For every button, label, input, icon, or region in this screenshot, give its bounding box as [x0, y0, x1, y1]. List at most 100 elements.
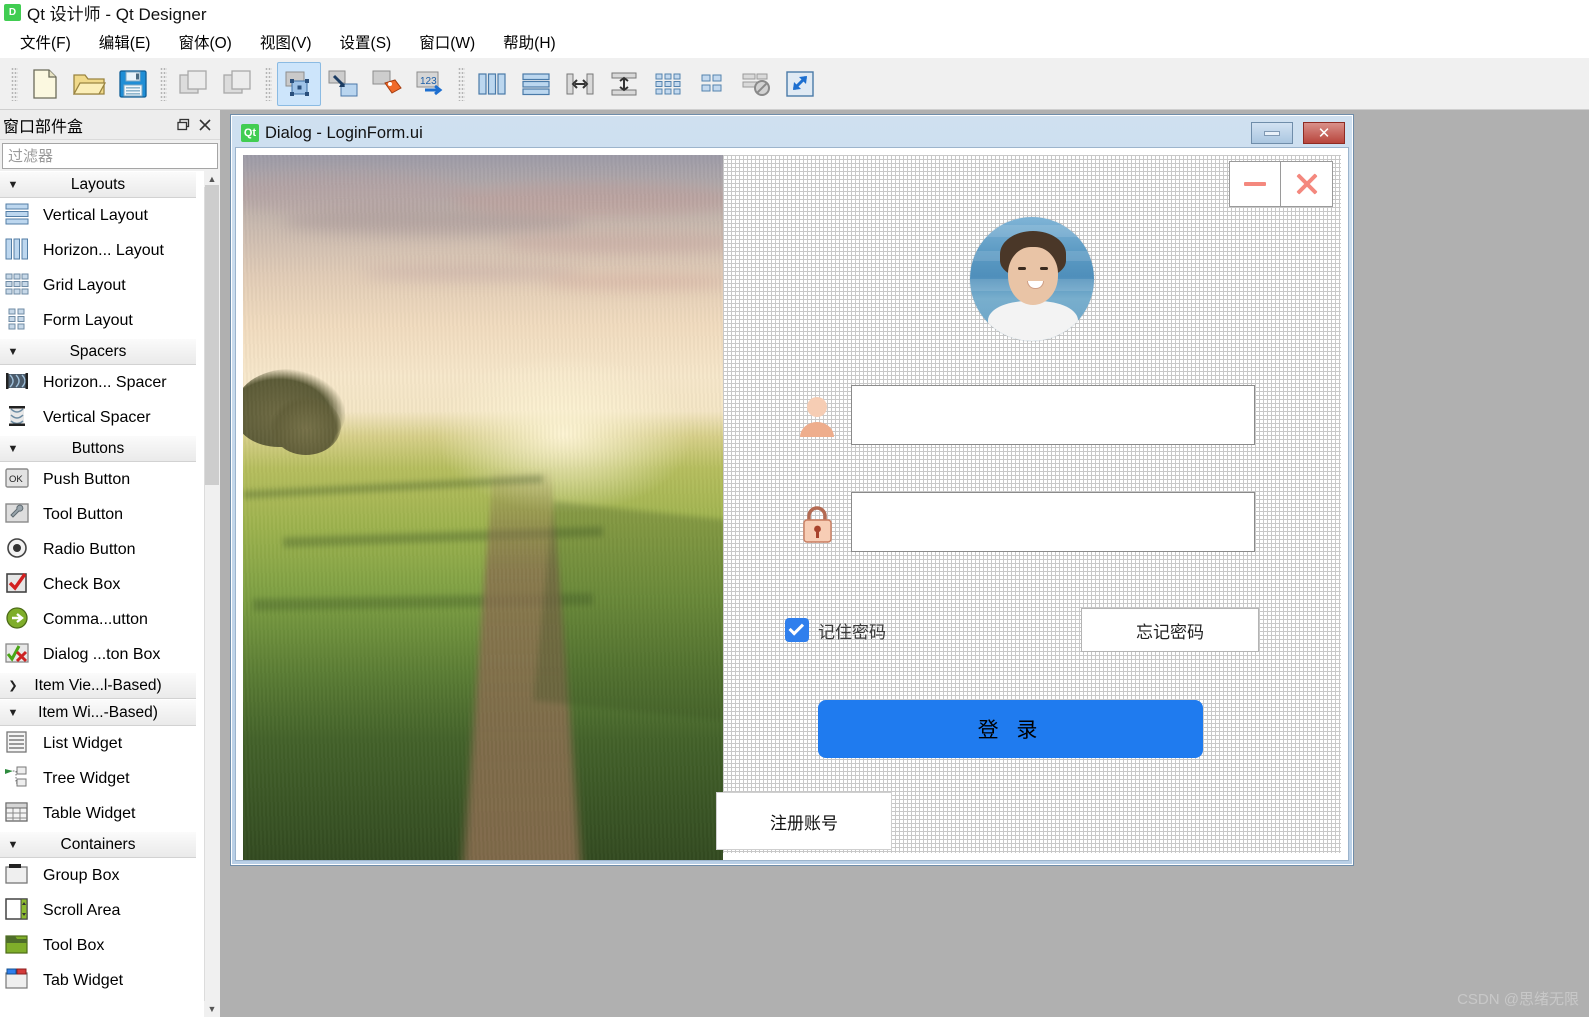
widget-category-containers[interactable]: ▼ Containers	[0, 831, 196, 858]
widget-category-label: Item Vie...l-Based)	[34, 676, 162, 694]
widget-item-push-button[interactable]: OK Push Button	[0, 462, 196, 497]
designer-canvas[interactable]: Qt Dialog - LoginForm.ui ✕ 记住密码 忘记密码 登 录…	[220, 110, 1589, 1017]
password-field-wrap[interactable]	[851, 492, 1255, 552]
lock-icon	[783, 500, 851, 544]
widget-box-scrollbar[interactable]: ▲ ▼	[204, 171, 220, 1017]
menu-settings[interactable]: 设置(S)	[326, 27, 406, 57]
filter-input[interactable]	[8, 147, 212, 165]
menu-view[interactable]: 视图(V)	[246, 27, 326, 57]
undo-icon[interactable]	[172, 62, 216, 106]
layout-splitter-h-icon[interactable]	[558, 62, 602, 106]
form-body: 记住密码 忘记密码 登 录 注册账号	[235, 147, 1349, 861]
widget-item-form-layout[interactable]: Form Layout	[0, 303, 196, 338]
toolbar-grip-3[interactable]	[265, 66, 272, 101]
widget-item-vertical-layout[interactable]: Vertical Layout	[0, 198, 196, 233]
widget-item-check-box[interactable]: Check Box	[0, 567, 196, 602]
widget-category-spacers[interactable]: ▼ Spacers	[0, 338, 196, 365]
widget-item-dialog-button-box[interactable]: Dialog ...ton Box	[0, 637, 196, 672]
layout-splitter-v-icon[interactable]	[602, 62, 646, 106]
username-field-wrap[interactable]	[851, 385, 1255, 445]
widget-item-group-box[interactable]: Group Box	[0, 858, 196, 893]
widget-category-item-widgets[interactable]: ▼ Item Wi...-Based)	[0, 699, 196, 726]
widget-item-tab-widget[interactable]: Tab Widget	[0, 963, 196, 998]
page-title: Qt 设计师 - Qt Designer	[27, 5, 207, 24]
chevron-down-icon: ▼	[7, 442, 19, 455]
widget-box-dock: 窗口部件盒 ▼ Layouts	[0, 110, 220, 1017]
edit-widgets-icon[interactable]	[277, 61, 321, 106]
dialog-button-box-icon	[4, 641, 34, 669]
widget-item-horizontal-spacer[interactable]: Horizon... Spacer	[0, 365, 196, 400]
form-minimize-button[interactable]	[1229, 161, 1281, 207]
menu-file[interactable]: 文件(F)	[6, 27, 85, 57]
group-box-icon	[4, 862, 34, 890]
forgot-password-button[interactable]: 忘记密码	[1081, 608, 1259, 652]
dialog-minimize-button[interactable]	[1251, 122, 1293, 144]
redo-icon[interactable]	[216, 62, 260, 106]
check-icon	[788, 620, 805, 636]
widget-item-grid-layout[interactable]: Grid Layout	[0, 268, 196, 303]
layout-horizontally-icon[interactable]	[470, 62, 514, 106]
widget-filter-box[interactable]	[2, 143, 218, 169]
tree-widget-icon	[4, 765, 34, 793]
widget-category-item-views[interactable]: ❯ Item Vie...l-Based)	[0, 672, 196, 699]
chevron-down-icon: ▼	[7, 178, 19, 191]
remember-password-label: 记住密码	[818, 622, 886, 642]
tool-box-icon	[4, 932, 34, 960]
layout-form-icon[interactable]	[690, 62, 734, 106]
toolbar-grip[interactable]	[11, 66, 18, 101]
menu-edit[interactable]: 编辑(E)	[85, 27, 165, 57]
menu-form[interactable]: 窗体(O)	[164, 27, 245, 57]
new-file-icon[interactable]	[23, 62, 67, 106]
push-button-icon: OK	[4, 466, 34, 494]
widget-item-vertical-spacer[interactable]: Vertical Spacer	[0, 400, 196, 435]
form-close-button[interactable]	[1281, 161, 1333, 207]
widget-item-radio-button[interactable]: Radio Button	[0, 532, 196, 567]
avatar-eye	[1040, 267, 1048, 270]
close-icon[interactable]	[194, 114, 216, 136]
menu-window[interactable]: 窗口(W)	[405, 27, 489, 57]
login-form-panel: 记住密码 忘记密码 登 录 注册账号	[716, 155, 1341, 853]
edit-signals-slots-icon[interactable]	[321, 62, 365, 106]
register-account-button[interactable]: 注册账号	[716, 792, 892, 850]
widget-item-command-link-button[interactable]: Comma...utton	[0, 602, 196, 637]
edit-tab-order-icon[interactable]: 123	[409, 62, 453, 106]
widget-item-table-widget[interactable]: Table Widget	[0, 796, 196, 831]
save-file-icon[interactable]	[111, 62, 155, 106]
vertical-layout-icon	[4, 202, 34, 230]
menu-bar: 文件(F) 编辑(E) 窗体(O) 视图(V) 设置(S) 窗口(W) 帮助(H…	[0, 25, 1589, 58]
widget-item-scroll-area[interactable]: Scroll Area	[0, 893, 196, 928]
widget-list[interactable]: ▼ Layouts Vertical Layout Horizon... Lay…	[0, 171, 220, 1017]
remember-password-checkbox[interactable]	[785, 618, 809, 642]
scrollbar-thumb[interactable]	[205, 185, 219, 485]
float-icon[interactable]	[172, 114, 194, 136]
widget-item-label: Radio Button	[43, 540, 136, 558]
layout-grid-icon[interactable]	[646, 62, 690, 106]
widget-item-tree-widget[interactable]: Tree Widget	[0, 761, 196, 796]
remember-row: 记住密码 忘记密码	[785, 608, 1259, 652]
scroll-down-icon[interactable]: ▼	[204, 1001, 220, 1017]
widget-item-tool-button[interactable]: Tool Button	[0, 497, 196, 532]
widget-item-label: Check Box	[43, 575, 121, 593]
widget-item-horizontal-layout[interactable]: Horizon... Layout	[0, 233, 196, 268]
widget-category-buttons[interactable]: ▼ Buttons	[0, 435, 196, 462]
password-input[interactable]	[852, 493, 1254, 551]
break-layout-icon[interactable]	[734, 62, 778, 106]
edit-buddies-icon[interactable]	[365, 62, 409, 106]
form-title-bar[interactable]: Qt Dialog - LoginForm.ui ✕	[235, 119, 1349, 147]
app-logo-icon: D	[4, 4, 21, 21]
widget-item-tool-box[interactable]: Tool Box	[0, 928, 196, 963]
username-input[interactable]	[852, 386, 1254, 444]
avatar	[970, 217, 1094, 341]
close-icon	[1294, 171, 1320, 197]
adjust-size-icon[interactable]	[778, 62, 822, 106]
widget-category-layouts[interactable]: ▼ Layouts	[0, 171, 196, 198]
login-button[interactable]: 登 录	[818, 700, 1203, 758]
widget-item-list-widget[interactable]: List Widget	[0, 726, 196, 761]
toolbar-grip-2[interactable]	[160, 66, 167, 101]
dialog-close-button[interactable]: ✕	[1303, 122, 1345, 144]
layout-vertically-icon[interactable]	[514, 62, 558, 106]
open-file-icon[interactable]	[67, 62, 111, 106]
toolbar-grip-4[interactable]	[458, 66, 465, 101]
command-link-button-icon	[4, 606, 34, 634]
menu-help[interactable]: 帮助(H)	[489, 27, 570, 57]
